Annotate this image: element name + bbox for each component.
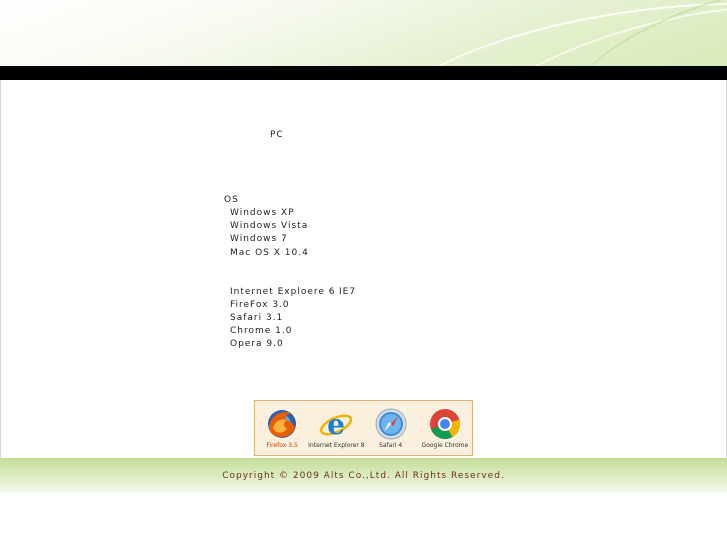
- badge-label: Firefox 3.5: [266, 442, 298, 449]
- safari-icon: [375, 408, 407, 440]
- browser-item: Internet Exploere 6: [230, 287, 336, 297]
- chrome-badge[interactable]: Google Chrome: [421, 407, 469, 449]
- ie-note: IE7: [339, 287, 357, 297]
- chrome-icon: [429, 409, 461, 439]
- safari-badge[interactable]: Safari 4: [367, 407, 415, 449]
- os-item: Windows Vista: [230, 221, 309, 231]
- top-nav-bar: [0, 66, 727, 80]
- browser-item: Safari 3.1: [230, 313, 284, 323]
- badge-label: Internet Explorer 8: [308, 442, 365, 449]
- browser-item: Opera 9.0: [230, 339, 284, 349]
- browser-badges-panel: Firefox 3.5 e Internet Explorer 8 Safari…: [254, 400, 473, 456]
- firefox-icon: [268, 410, 297, 438]
- os-heading: OS: [224, 195, 239, 205]
- firefox-badge[interactable]: Firefox 3.5: [258, 407, 306, 449]
- copyright-text: Copyright © 2009 Alts Co.,Ltd. All Right…: [222, 471, 505, 481]
- browser-item: Chrome 1.0: [230, 326, 293, 336]
- svg-text:e: e: [327, 408, 345, 441]
- internet-explorer-icon: e: [320, 408, 353, 441]
- badge-label: Google Chrome: [421, 442, 469, 449]
- header-banner: [0, 0, 727, 66]
- os-item: Windows XP: [230, 208, 295, 218]
- browser-item: FireFox 3.0: [230, 300, 290, 310]
- internet-explorer-badge[interactable]: e Internet Explorer 8: [308, 407, 364, 449]
- os-item: Mac OS X 10.4: [230, 248, 309, 258]
- badge-label: Safari 4: [379, 442, 403, 449]
- pc-label: PC: [270, 130, 284, 140]
- os-item: Windows 7: [230, 234, 288, 244]
